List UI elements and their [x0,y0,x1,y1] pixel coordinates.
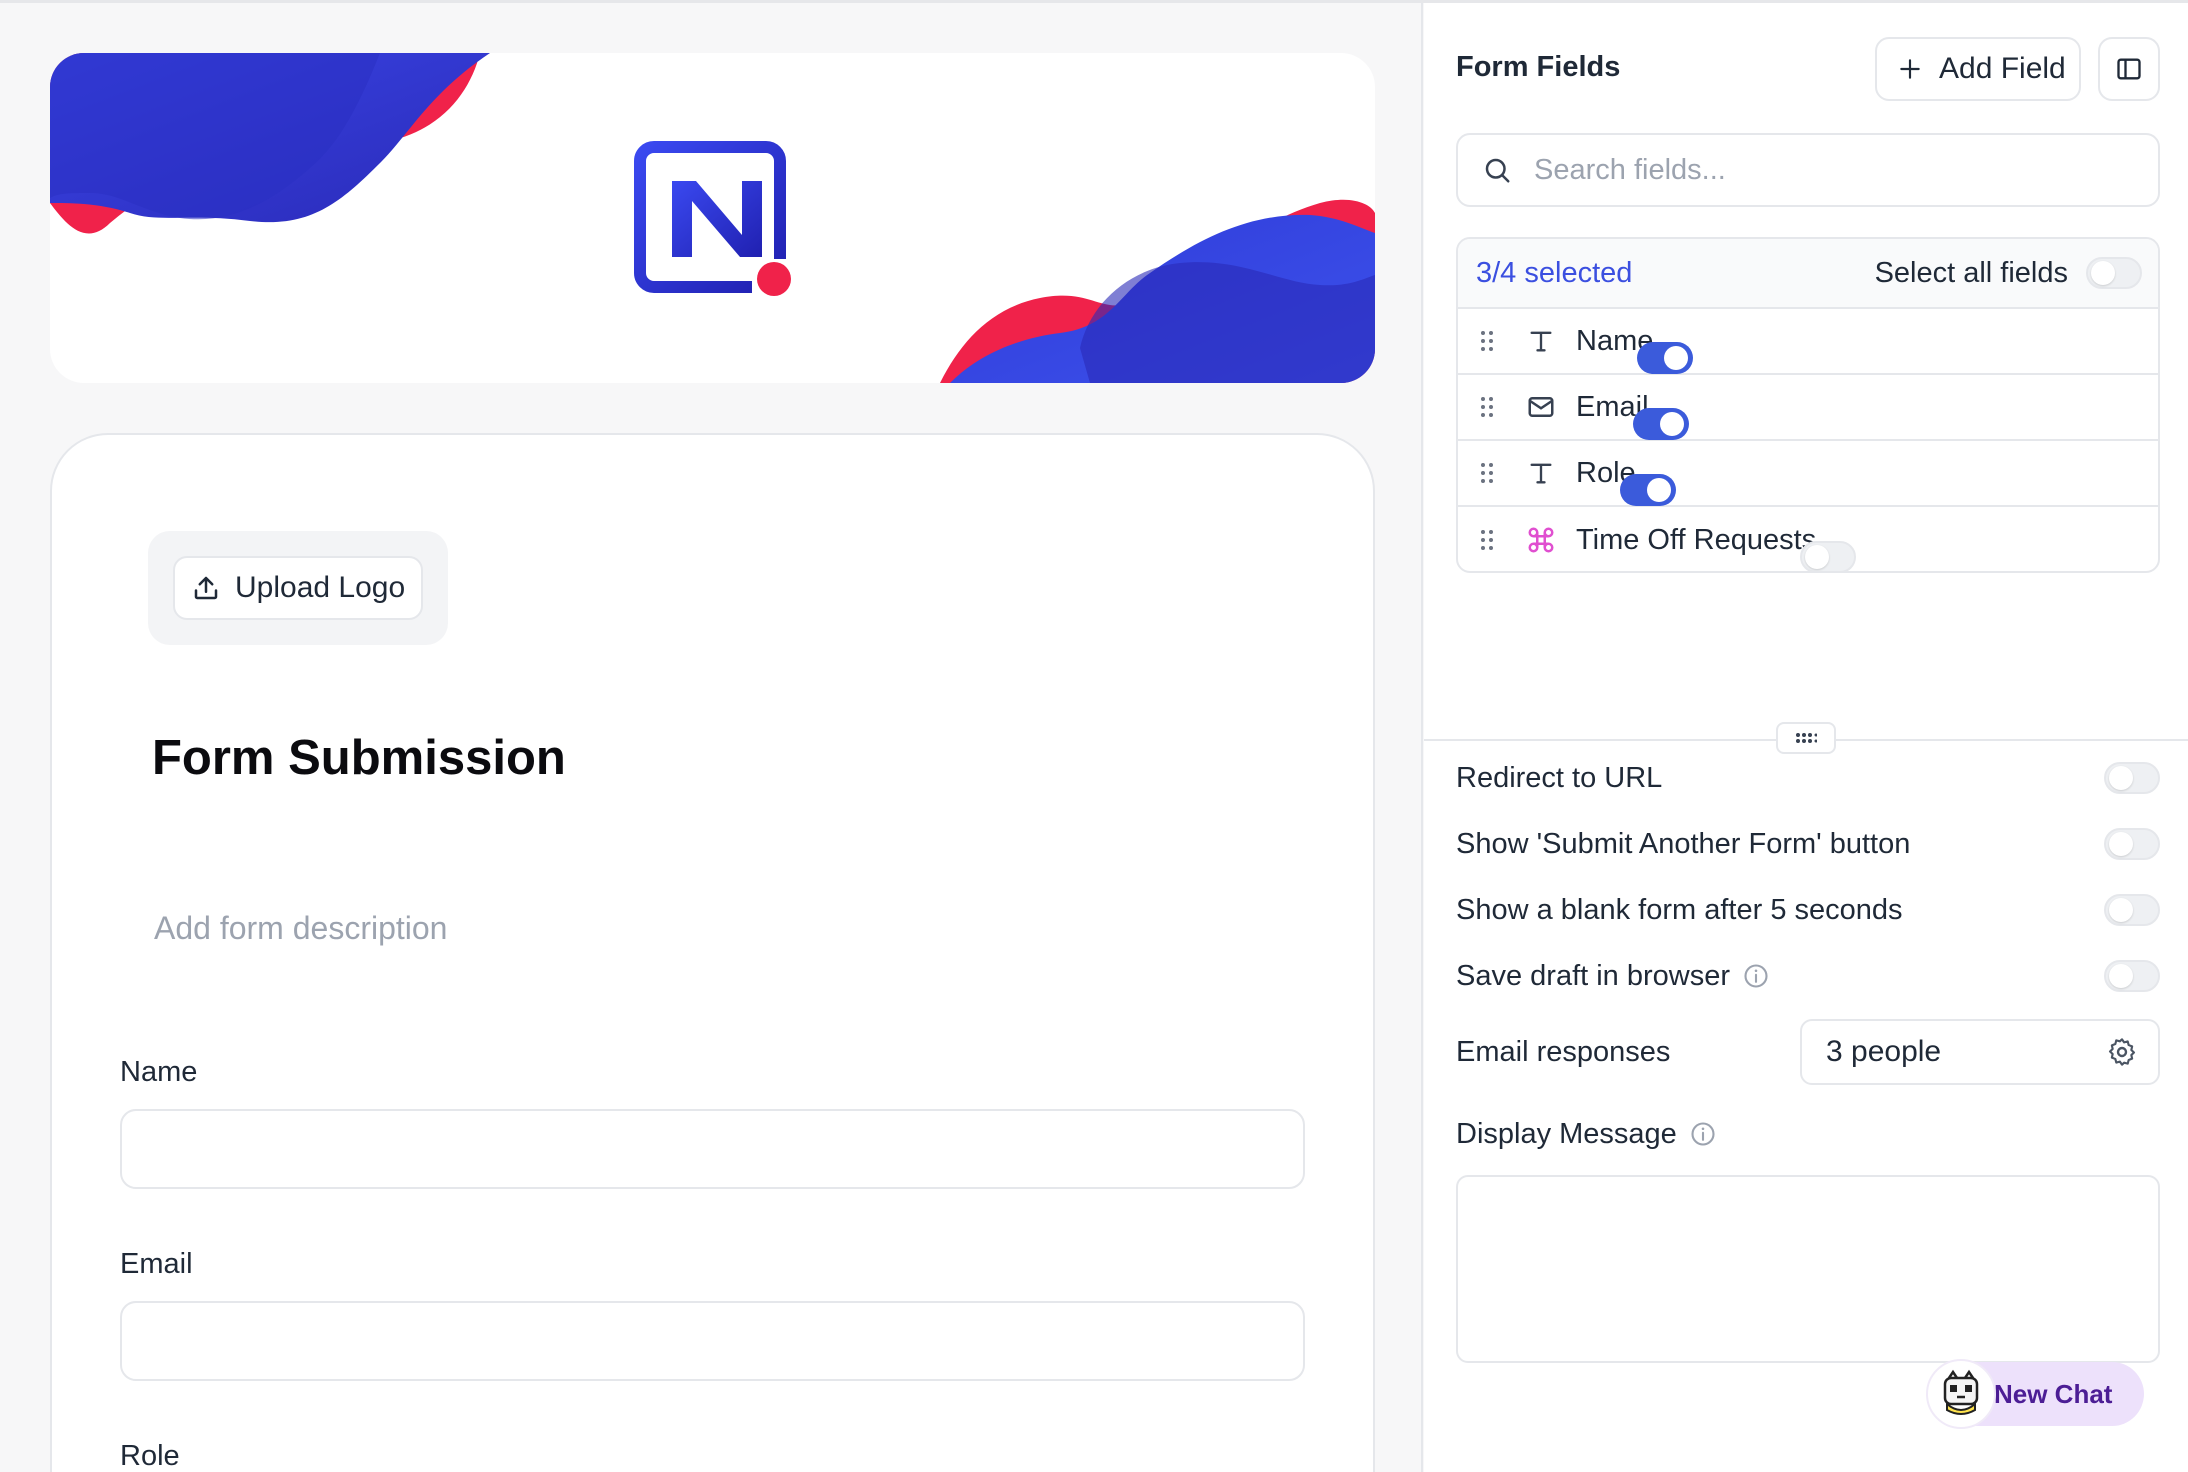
form-banner [50,53,1375,383]
fields-list-header: 3/4 selected Select all fields [1458,239,2158,309]
field-toggle-name[interactable] [1637,342,1694,374]
blank-form-label: Show a blank form after 5 seconds [1456,893,1903,926]
field-toggle-time-off-requests[interactable] [1800,541,1857,571]
field-item-time-off-requests[interactable]: Time Off Requests [1458,507,2158,571]
search-fields [1456,133,2160,207]
fields-list: 3/4 selected Select all fields Name Emai… [1456,237,2160,573]
submit-another-option: Show 'Submit Another Form' button [1456,819,2160,869]
upload-logo-area: Upload Logo [148,531,448,645]
email-responses-option: Email responses [1456,1027,1776,1077]
submit-another-toggle[interactable] [2104,828,2160,860]
search-icon [1485,158,1510,183]
field-item-label: Time Off Requests [1576,523,1817,556]
info-icon[interactable] [1742,962,1770,990]
form-preview-area: Upload Logo Form Submission Add form des… [0,3,1423,1472]
email-responses-value: 3 people [1826,1035,1942,1068]
form-fields-panel: Form Fields Add Field 3/4 selected Selec… [1424,3,2188,1472]
upload-logo-button[interactable]: Upload Logo [173,556,423,620]
chat-avatar-icon [1926,1359,1996,1429]
role-field-label: Role [120,1440,180,1472]
select-all-label: Select all fields [1874,256,2068,289]
select-all-toggle[interactable] [2086,257,2142,289]
redirect-label: Redirect to URL [1456,761,1663,794]
upload-icon [194,576,218,600]
save-draft-option: Save draft in browser [1456,951,2160,1001]
drag-handle-icon[interactable] [1478,396,1496,418]
gear-icon[interactable] [2106,1036,2138,1068]
submit-another-label: Show 'Submit Another Form' button [1456,827,1911,860]
mail-icon [1524,392,1558,422]
display-message-label-wrap: Display Message [1456,1118,1717,1151]
field-item-role[interactable]: Role [1458,441,2158,507]
panel-left-icon [2117,58,2141,80]
toggle-sidebar-button[interactable] [2098,37,2160,101]
email-field-label: Email [120,1248,193,1280]
form-card: Upload Logo Form Submission Add form des… [50,433,1375,1472]
field-toggle-email[interactable] [1632,408,1689,440]
add-field-label: Add Field [1939,52,2066,85]
grip-icon [1796,733,1817,743]
email-responses-label: Email responses [1456,1035,1671,1068]
redirect-toggle[interactable] [2104,762,2160,794]
select-all: Select all fields [1875,257,2142,290]
brand-logo [634,139,844,309]
form-description[interactable]: Add form description [154,910,447,947]
save-draft-label-wrap: Save draft in browser [1456,960,1770,993]
blank-form-toggle[interactable] [2104,894,2160,926]
name-field-input[interactable] [120,1109,1305,1189]
display-message-input[interactable] [1456,1175,2160,1363]
new-chat-label: New Chat [1994,1378,2113,1409]
text-type-icon [1524,327,1558,355]
email-responses-field[interactable]: 3 people [1800,1019,2160,1085]
drag-handle-icon[interactable] [1478,330,1496,352]
drag-handle-icon[interactable] [1478,529,1496,551]
command-icon [1524,525,1558,555]
save-draft-toggle[interactable] [2104,960,2160,992]
search-input[interactable] [1534,153,2114,187]
display-message-option: Display Message [1456,1109,2160,1159]
resize-handle[interactable] [1776,722,1836,754]
upload-logo-label: Upload Logo [235,571,406,604]
name-field-label: Name [120,1056,198,1088]
panel-title: Form Fields [1456,51,1621,83]
selected-count: 3/4 selected [1476,256,1633,289]
blank-form-option: Show a blank form after 5 seconds [1456,885,2160,935]
field-item-name[interactable]: Name [1458,309,2158,375]
new-chat-button[interactable]: New Chat [1926,1359,2144,1429]
field-toggle-role[interactable] [1619,474,1676,506]
drag-handle-icon[interactable] [1478,462,1496,484]
display-message-label: Display Message [1456,1117,1677,1150]
form-title[interactable]: Form Submission [152,730,566,786]
add-field-button[interactable]: Add Field [1875,37,2081,101]
info-icon[interactable] [1689,1120,1717,1148]
email-field-input[interactable] [120,1301,1305,1381]
save-draft-label: Save draft in browser [1456,959,1731,992]
plus-icon [1900,59,1920,79]
field-item-email[interactable]: Email [1458,375,2158,441]
text-type-icon [1524,459,1558,487]
redirect-option: Redirect to URL [1456,753,2160,803]
